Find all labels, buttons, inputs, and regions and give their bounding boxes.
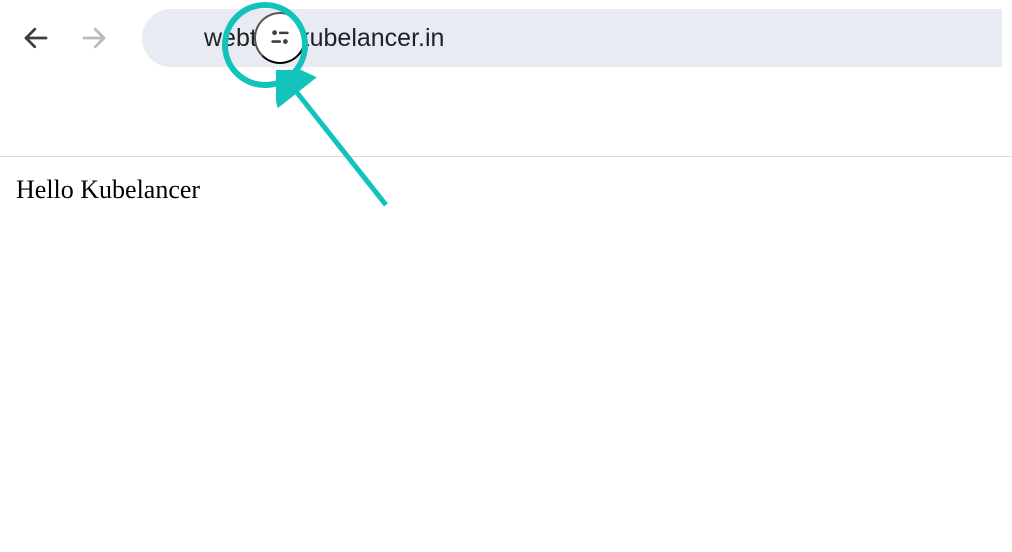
- back-button[interactable]: [10, 12, 62, 64]
- page-body-text: Hello Kubelancer: [16, 175, 200, 204]
- arrow-left-icon: [21, 23, 51, 53]
- url-text: webtest.kubelancer.in: [204, 24, 444, 53]
- tune-icon: [267, 24, 293, 53]
- site-info-button[interactable]: [254, 12, 306, 64]
- page-content: Hello Kubelancer: [0, 157, 1012, 223]
- forward-button[interactable]: [68, 12, 120, 64]
- arrow-right-icon: [79, 23, 109, 53]
- browser-toolbar: webtest.kubelancer.in: [0, 0, 1012, 76]
